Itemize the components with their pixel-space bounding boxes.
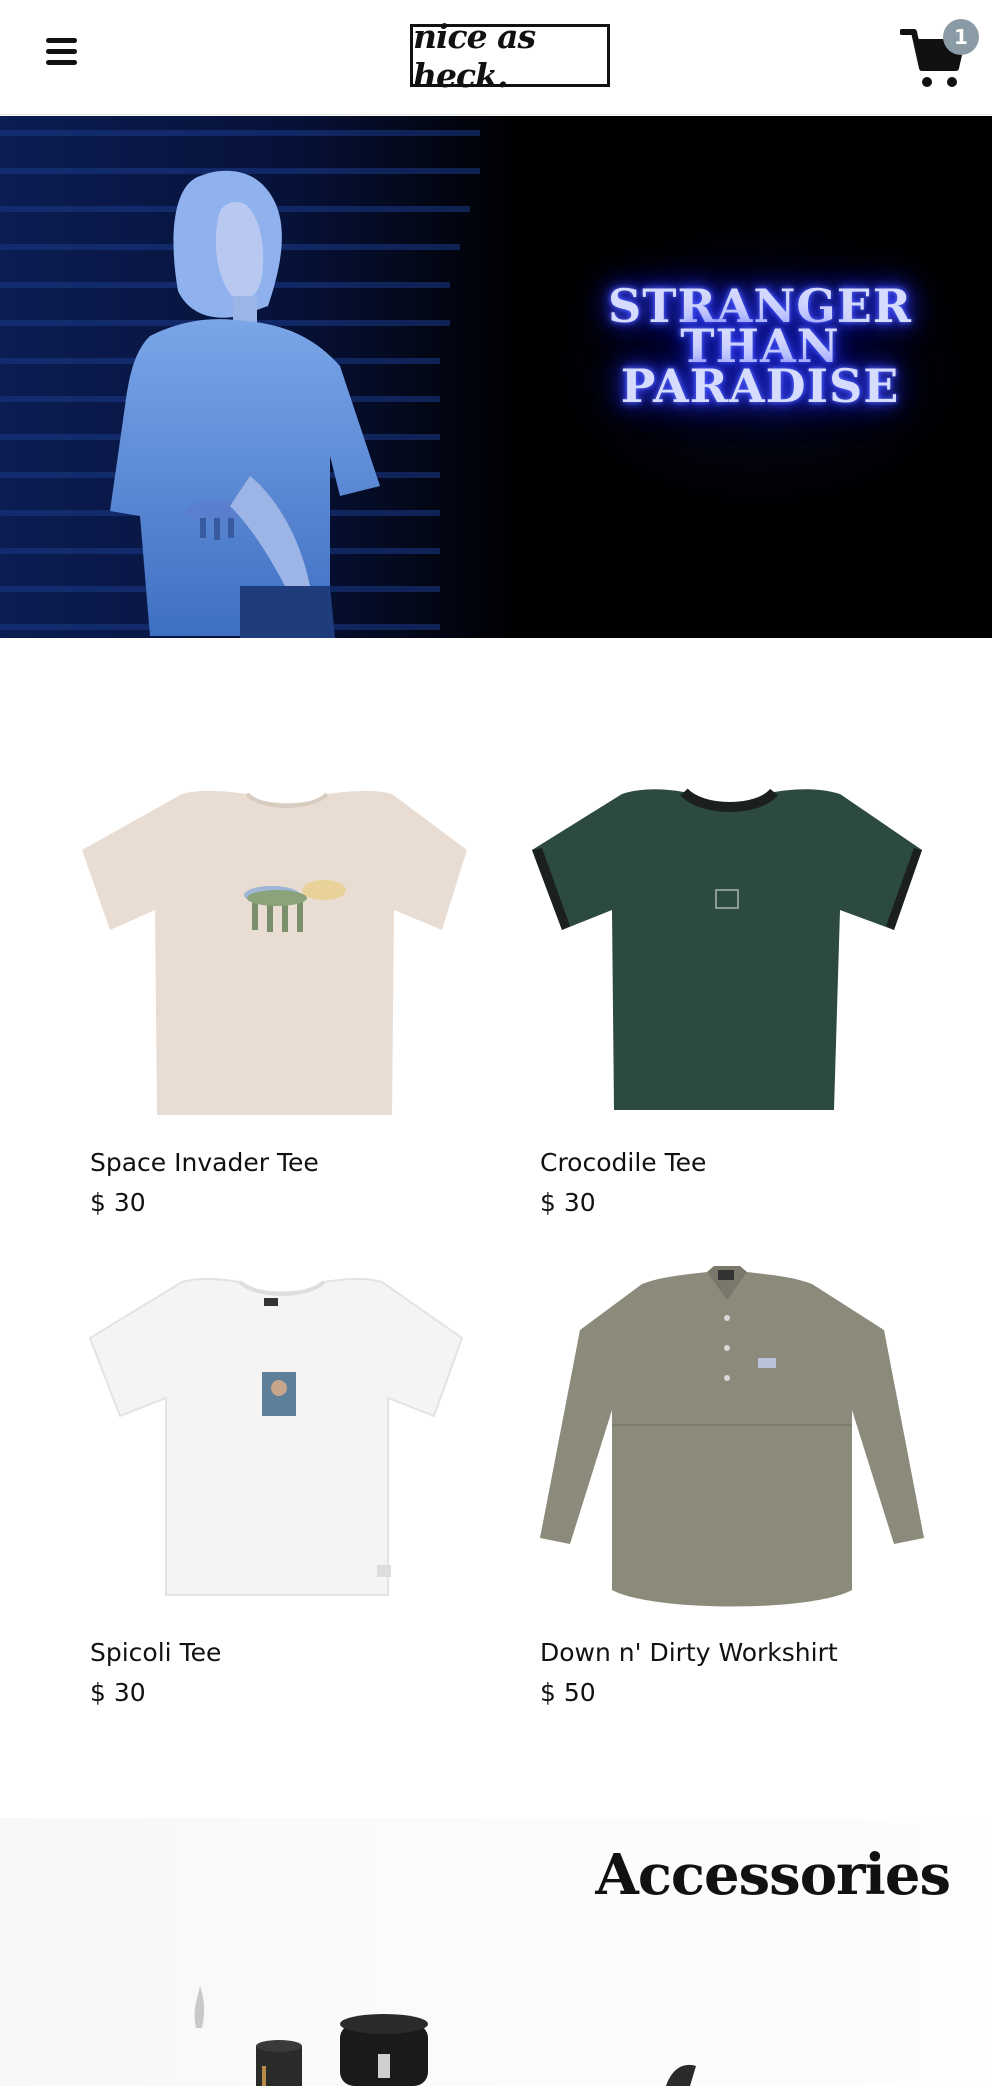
- product-card[interactable]: Down n' Dirty Workshirt $ 50: [522, 1260, 942, 1720]
- product-price: $ 50: [540, 1678, 596, 1707]
- product-card[interactable]: Space Invader Tee $ 30: [72, 770, 492, 1230]
- khaki-workshirt-image: [540, 1266, 924, 1607]
- hero-neon-title: STRANGER THAN PARADISE: [560, 283, 960, 413]
- accessories-title[interactable]: Accessories: [595, 1842, 951, 1908]
- hero-banner[interactable]: STRANGER THAN PARADISE: [0, 116, 992, 638]
- logo-text: nice as heck.: [413, 16, 536, 95]
- cart-count-badge: 1: [943, 19, 979, 55]
- site-logo[interactable]: nice as heck.: [410, 17, 610, 95]
- site-header: nice as heck. 1: [0, 0, 992, 115]
- product-price: $ 30: [90, 1188, 146, 1217]
- product-name[interactable]: Crocodile Tee: [540, 1148, 706, 1177]
- cream-tshirt-image: [82, 790, 467, 1115]
- accessories-section[interactable]: Accessories: [0, 1818, 992, 2086]
- product-name[interactable]: Spicoli Tee: [90, 1638, 221, 1667]
- product-price: $ 30: [90, 1678, 146, 1707]
- neon-line-3: PARADISE: [620, 359, 900, 413]
- product-card[interactable]: Crocodile Tee $ 30: [522, 770, 942, 1230]
- product-name[interactable]: Down n' Dirty Workshirt: [540, 1638, 838, 1667]
- white-tshirt-image: [88, 1277, 464, 1596]
- hamburger-menu-icon[interactable]: [46, 38, 82, 70]
- product-name[interactable]: Space Invader Tee: [90, 1148, 319, 1177]
- product-price: $ 30: [540, 1188, 596, 1217]
- product-card[interactable]: Spicoli Tee $ 30: [72, 1260, 492, 1720]
- green-tshirt-image: [532, 788, 922, 1110]
